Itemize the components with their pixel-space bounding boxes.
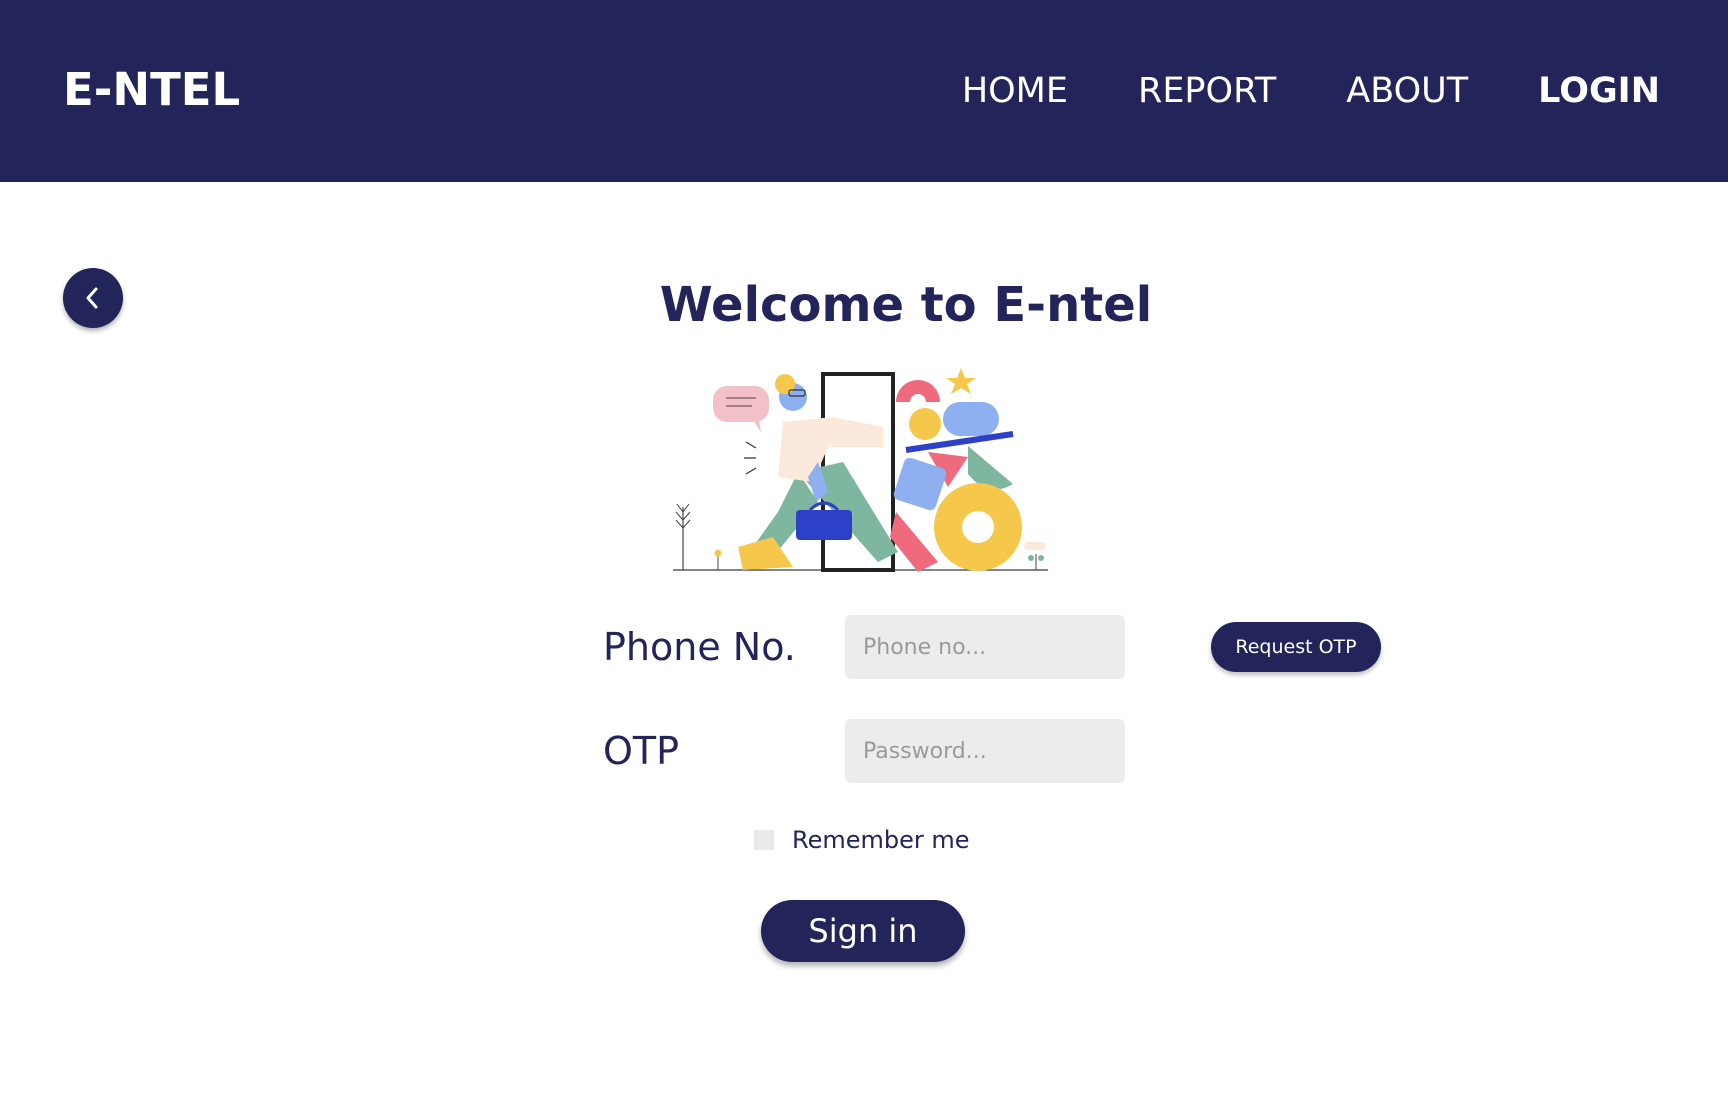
nav-link-report[interactable]: REPORT — [1138, 66, 1276, 116]
logo[interactable]: E-NTEL — [63, 62, 240, 118]
remember-me-row: Remember me — [754, 825, 970, 855]
remember-me-label[interactable]: Remember me — [792, 825, 970, 855]
nav-links: HOME REPORT ABOUT LOGIN — [962, 66, 1660, 116]
page-title: Welcome to E-ntel — [659, 277, 1153, 333]
remember-me-checkbox[interactable] — [754, 830, 774, 850]
request-otp-button[interactable]: Request OTP — [1211, 622, 1381, 672]
phone-input[interactable] — [845, 615, 1125, 679]
navbar: E-NTEL HOME REPORT ABOUT LOGIN — [0, 0, 1728, 182]
nav-link-login[interactable]: LOGIN — [1538, 66, 1660, 116]
otp-input[interactable] — [845, 719, 1125, 783]
nav-link-home[interactable]: HOME — [962, 66, 1068, 116]
person-walking-through-door-illustration — [673, 368, 1048, 572]
phone-label: Phone No. — [603, 625, 796, 669]
otp-label: OTP — [603, 729, 680, 773]
nav-link-about[interactable]: ABOUT — [1346, 66, 1468, 116]
sign-in-button[interactable]: Sign in — [761, 900, 965, 962]
